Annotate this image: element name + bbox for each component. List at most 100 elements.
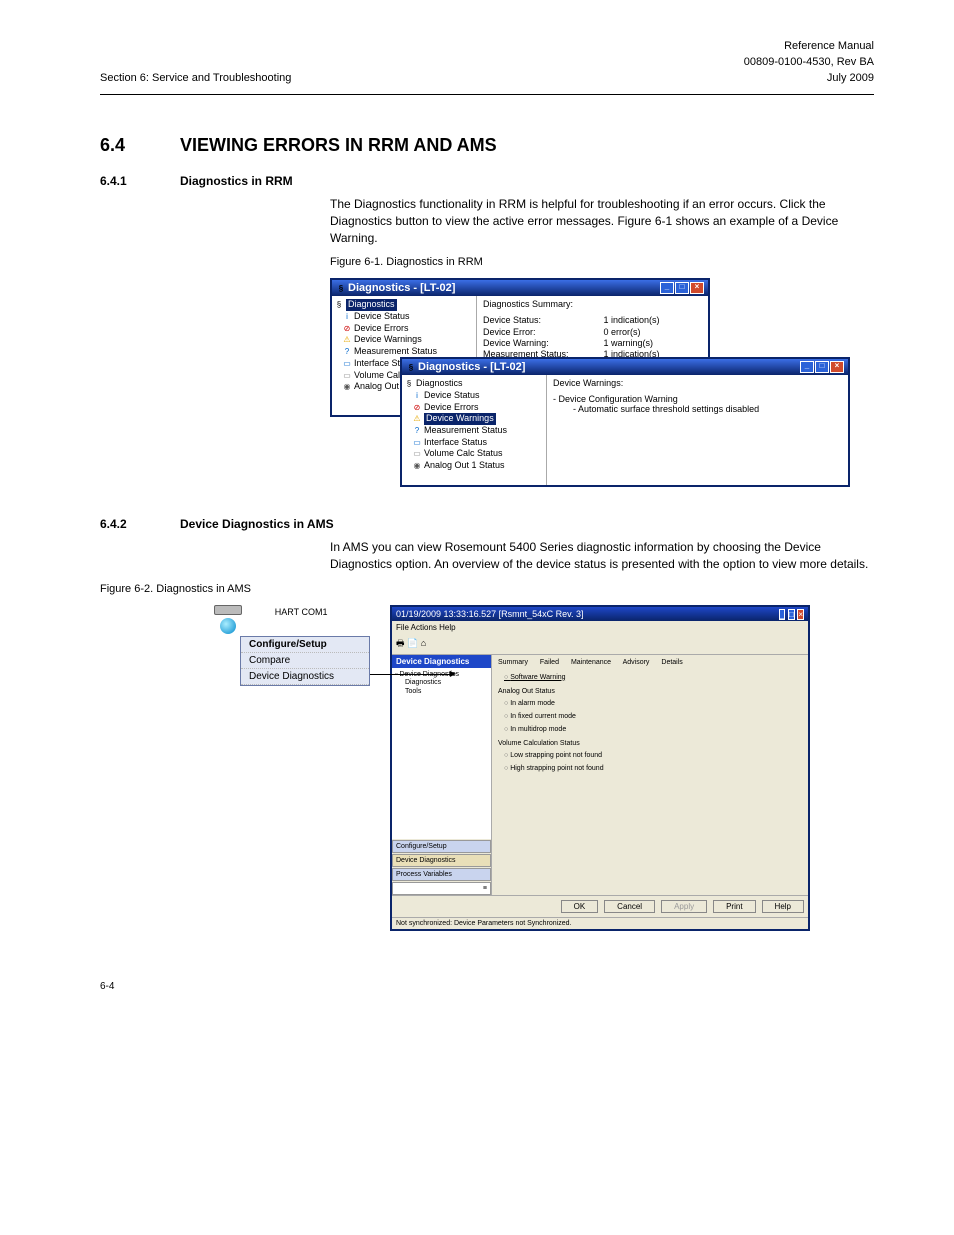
win2-title: Diagnostics - [LT-02] [418, 361, 525, 373]
ams-status-item: In multidrop mode [504, 724, 802, 737]
tab-advisory[interactable]: Advisory [623, 659, 650, 666]
tab-details[interactable]: Details [661, 659, 682, 666]
nav-configure-setup[interactable]: Configure/Setup [241, 637, 369, 653]
hart-com-label: HART COM1 [275, 607, 328, 617]
maximize-button[interactable]: □ [815, 361, 829, 373]
sub1-title: Diagnostics in RRM [180, 174, 293, 188]
tree-root[interactable]: Diagnostics [416, 378, 463, 388]
ams-footer-buttons: OK Cancel Apply Print Help [392, 895, 808, 917]
nav-device-diagnostics[interactable]: Device Diagnostics [241, 669, 369, 685]
ams-title-text: 01/19/2009 13:33:16.527 [Rsmnt_54xC Rev.… [396, 609, 583, 619]
tree-item[interactable]: Device Status [424, 390, 480, 400]
diag-icon [336, 284, 346, 293]
ams-toolbar[interactable]: 🖶 📄 ⌂ [392, 634, 808, 655]
summary-title: Diagnostics Summary: [483, 299, 702, 309]
ams-group-analog-out: Analog Out Status [498, 688, 802, 695]
close-button[interactable]: × [690, 282, 704, 294]
para2: In AMS you can view Rosemount 5400 Serie… [330, 539, 874, 573]
header-section: Section 6: Service and Troubleshooting [100, 72, 291, 84]
tree-root[interactable]: Diagnostics [346, 299, 397, 311]
tree-item[interactable]: Analog Out 1 Status [424, 460, 505, 470]
sub2-number: 6.4.2 [100, 517, 180, 531]
ams-explorer-nav: HART COM1 Configure/Setup Compare Device… [210, 605, 370, 675]
ams-status-item: In fixed current mode [504, 711, 802, 724]
win1-titlebar[interactable]: Diagnostics - [LT-02] _ □ × [332, 280, 708, 296]
apply-button[interactable]: Apply [661, 900, 707, 913]
ams-titlebar[interactable]: 01/19/2009 13:33:16.527 [Rsmnt_54xC Rev.… [392, 607, 808, 621]
error-icon [412, 403, 422, 413]
summary-row: Device Error:0 error(s) [483, 327, 702, 338]
ok-button[interactable]: OK [561, 900, 599, 913]
device-icon [220, 618, 236, 634]
info-icon [342, 312, 352, 322]
ams-tree-item[interactable]: Tools [395, 687, 488, 696]
minimize-button[interactable]: _ [800, 361, 814, 373]
ams-software-warning[interactable]: Software Warning [504, 672, 802, 685]
minimize-button[interactable]: _ [779, 609, 785, 620]
close-button[interactable]: × [830, 361, 844, 373]
sub1-number: 6.4.1 [100, 174, 180, 188]
ams-tree-item[interactable]: Diagnostics [395, 678, 488, 687]
ams-status-item: Low strapping point not found [504, 750, 802, 763]
section-title: VIEWING ERRORS IN RRM AND AMS [180, 135, 497, 156]
ams-group-volume-calc: Volume Calculation Status [498, 740, 802, 747]
tree-item[interactable]: Volume Calc Status [424, 448, 503, 458]
ams-status-item: In alarm mode [504, 698, 802, 711]
tree-item[interactable]: Device Warnings [354, 334, 422, 344]
volume-icon [412, 449, 422, 459]
ams-status-bar: Not synchronized: Device Parameters not … [392, 917, 808, 929]
detail-subline: - Automatic surface threshold settings d… [573, 404, 842, 414]
summary-row: Device Status:1 indication(s) [483, 315, 702, 326]
print-button[interactable]: Print [713, 900, 755, 913]
measurement-icon [412, 426, 422, 436]
measurement-icon [342, 347, 352, 357]
win2-tree[interactable]: Diagnostics Device Status Device Errors … [402, 375, 547, 485]
ams-btn-configure[interactable]: Configure/Setup [392, 840, 491, 853]
ams-btn-diagnostics[interactable]: Device Diagnostics [392, 854, 491, 867]
tab-failed[interactable]: Failed [540, 659, 559, 666]
pointer-arrow [370, 674, 450, 675]
header-doc-no: 00809-0100-4530, Rev BA [100, 56, 874, 68]
ams-left-header: Device Diagnostics [392, 655, 491, 668]
help-button[interactable]: Help [762, 900, 804, 913]
ams-btn-process-vars[interactable]: Process Variables [392, 868, 491, 881]
error-icon [342, 324, 352, 334]
hart-modem-icon [214, 605, 242, 615]
maximize-button[interactable]: □ [788, 609, 795, 620]
tab-maintenance[interactable]: Maintenance [571, 659, 611, 666]
cancel-button[interactable]: Cancel [604, 900, 655, 913]
warning-icon [342, 335, 352, 345]
tree-item[interactable]: Device Errors [354, 323, 409, 333]
tree-item[interactable]: Device Status [354, 311, 410, 321]
header-rule [100, 94, 874, 95]
tree-item[interactable]: Device Errors [424, 402, 479, 412]
header-date: July 2009 [827, 72, 874, 84]
close-button[interactable]: × [797, 609, 804, 620]
tree-item[interactable]: Measurement Status [424, 425, 507, 435]
ams-left-tree[interactable]: ▫ Device Diagnostics Diagnostics Tools [392, 668, 491, 839]
ams-tabs[interactable]: Summary Failed Maintenance Advisory Deta… [498, 659, 802, 666]
diag-icon [334, 300, 344, 310]
ams-btn-collapse[interactable]: ≡ [392, 882, 491, 895]
diag-icon [406, 363, 416, 372]
tree-item[interactable]: Measurement Status [354, 346, 437, 356]
tree-item-selected[interactable]: Device Warnings [424, 413, 496, 425]
rrm-diag-detail-window: Diagnostics - [LT-02] _ □ × Diagnostics … [400, 357, 850, 487]
info-icon [412, 391, 422, 401]
fig2-caption: Figure 6-2. Diagnostics in AMS [100, 583, 874, 595]
win2-detail-pane: Device Warnings: - Device Configuration … [547, 375, 848, 485]
maximize-button[interactable]: □ [675, 282, 689, 294]
analog-out-icon [412, 461, 422, 471]
nav-compare[interactable]: Compare [241, 653, 369, 669]
win2-titlebar[interactable]: Diagnostics - [LT-02] _ □ × [402, 359, 848, 375]
summary-row: Device Warning:1 warning(s) [483, 338, 702, 349]
minimize-button[interactable]: _ [660, 282, 674, 294]
ams-menu-bar[interactable]: File Actions Help [392, 621, 808, 634]
para1: The Diagnostics functionality in RRM is … [330, 196, 874, 246]
interface-icon [412, 438, 422, 448]
detail-line: - Device Configuration Warning [553, 394, 842, 404]
tab-summary[interactable]: Summary [498, 659, 528, 666]
tree-item[interactable]: Interface Status [424, 437, 487, 447]
interface-icon [342, 359, 352, 369]
win1-title: Diagnostics - [LT-02] [348, 282, 455, 294]
